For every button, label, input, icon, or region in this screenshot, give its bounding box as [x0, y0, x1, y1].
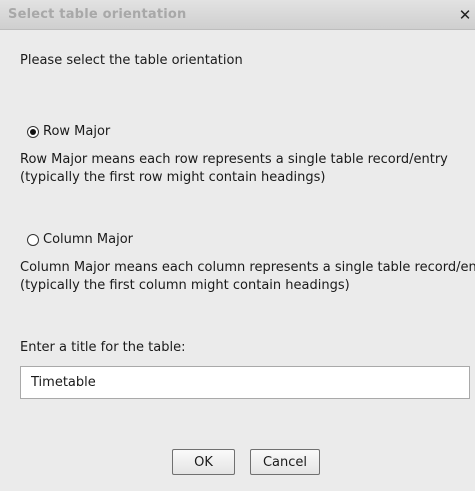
- title-bar: Select table orientation ✕: [0, 0, 475, 30]
- dialog-title: Select table orientation: [8, 7, 187, 22]
- row-major-label[interactable]: Row Major: [43, 124, 110, 139]
- column-major-description: Column Major means each column represent…: [20, 259, 475, 295]
- row-major-description-line2: (typically the first row might contain h…: [20, 170, 326, 185]
- close-icon[interactable]: ✕: [458, 7, 472, 23]
- table-title-label: Enter a title for the table:: [20, 340, 186, 355]
- row-major-radio[interactable]: [27, 125, 39, 138]
- ok-button[interactable]: OK: [172, 449, 235, 475]
- select-table-orientation-dialog: Select table orientation ✕ Please select…: [0, 0, 475, 491]
- orientation-prompt: Please select the table orientation: [20, 53, 243, 68]
- column-major-description-line1: Column Major means each column represent…: [20, 260, 475, 275]
- column-major-option[interactable]: Column Major: [27, 232, 133, 247]
- table-title-input[interactable]: [20, 366, 470, 399]
- column-major-radio[interactable]: [27, 233, 39, 246]
- cancel-button[interactable]: Cancel: [250, 449, 320, 475]
- row-major-option[interactable]: Row Major: [27, 124, 110, 139]
- row-major-description-line1: Row Major means each row represents a si…: [20, 152, 448, 167]
- column-major-description-line2: (typically the first column might contai…: [20, 278, 350, 293]
- row-major-description: Row Major means each row represents a si…: [20, 151, 448, 187]
- column-major-label[interactable]: Column Major: [43, 232, 133, 247]
